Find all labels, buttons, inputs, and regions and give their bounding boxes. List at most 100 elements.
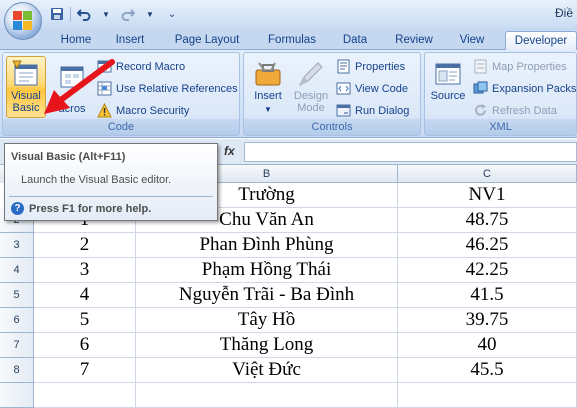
cell-a5[interactable]: 4	[34, 283, 136, 308]
column-header-c[interactable]: C	[398, 165, 577, 183]
tab-insert[interactable]: Insert	[104, 31, 156, 50]
expansion-packs-icon	[473, 81, 488, 94]
row-header-3[interactable]: 3	[0, 233, 34, 258]
cell-c1[interactable]: NV1	[398, 183, 577, 208]
red-arrow-annotation-icon	[44, 59, 115, 114]
tooltip-help: ? Press F1 for more help.	[11, 202, 151, 215]
view-code-button[interactable]: View Code	[336, 79, 408, 98]
properties-label: Properties	[355, 60, 406, 73]
cell-c2[interactable]: 48.75	[398, 208, 577, 233]
tab-developer[interactable]: Developer	[505, 31, 577, 50]
chevron-down-icon: ▼	[264, 105, 272, 114]
dropdown-arrow-icon[interactable]: ▼	[141, 5, 159, 23]
properties-icon	[337, 59, 350, 74]
refresh-data-button[interactable]: Refresh Data	[473, 101, 557, 120]
controls-group: Insert ▼ Design Mode Properties View Cod…	[243, 52, 421, 136]
row-header-4[interactable]: 4	[0, 258, 34, 283]
map-properties-button[interactable]: Map Properties	[473, 57, 567, 76]
controls-group-label: Controls	[244, 119, 420, 135]
run-dialog-label: Run Dialog	[355, 104, 410, 117]
cell-a7[interactable]: 6	[34, 333, 136, 358]
cell-b8[interactable]: Việt Đức	[136, 358, 398, 383]
title-bar: ▼ ▼ ⌄ Điề	[0, 0, 577, 28]
source-icon	[435, 63, 461, 85]
office-logo-icon	[13, 11, 33, 31]
cell-c6[interactable]: 39.75	[398, 308, 577, 333]
use-relative-references-button[interactable]: Use Relative References	[97, 79, 238, 98]
tab-page-layout[interactable]: Page Layout	[168, 31, 246, 50]
expansion-packs-button[interactable]: Expansion Packs	[473, 79, 576, 98]
cell-a6[interactable]: 5	[34, 308, 136, 333]
ribbon-tabs: Home Insert Page Layout Formulas Data Re…	[0, 28, 577, 50]
tab-home[interactable]: Home	[52, 31, 100, 50]
cell-b3[interactable]: Phan Đình Phùng	[136, 233, 398, 258]
refresh-icon	[475, 104, 486, 116]
design-mode-icon	[298, 62, 323, 87]
insert-control-label: Insert	[254, 90, 282, 102]
cell-b7[interactable]: Thăng Long	[136, 333, 398, 358]
cell-a3[interactable]: 2	[34, 233, 136, 258]
cell-b4[interactable]: Phạm Hồng Thái	[136, 258, 398, 283]
dropdown-arrow-icon[interactable]: ▼	[97, 5, 115, 23]
macro-security-label: Macro Security	[116, 104, 190, 117]
record-macro-label: Record Macro	[116, 60, 186, 73]
cell-b6[interactable]: Tây Hồ	[136, 308, 398, 333]
tab-review[interactable]: Review	[388, 31, 440, 50]
design-mode-button[interactable]: Design Mode	[290, 56, 332, 118]
row-header-8[interactable]: 8	[0, 358, 34, 383]
visual-basic-tooltip: Visual Basic (Alt+F11) Launch the Visual…	[4, 143, 218, 221]
run-dialog-button[interactable]: Run Dialog	[336, 101, 409, 120]
save-icon[interactable]	[48, 5, 66, 23]
undo-icon[interactable]	[75, 5, 93, 23]
help-icon: ?	[11, 202, 24, 215]
cell-c9[interactable]	[398, 383, 577, 408]
run-dialog-icon	[336, 104, 351, 117]
map-properties-icon	[474, 59, 487, 74]
tab-data[interactable]: Data	[336, 31, 374, 50]
insert-control-button[interactable]: Insert ▼	[248, 56, 288, 118]
source-label: Source	[430, 90, 466, 102]
cell-c4[interactable]: 42.25	[398, 258, 577, 283]
row-header-7[interactable]: 7	[0, 333, 34, 358]
insert-function-button[interactable]: fx	[224, 144, 235, 158]
formula-input[interactable]	[244, 142, 577, 162]
expansion-packs-label: Expansion Packs	[492, 82, 577, 95]
design-mode-label-line2: Mode	[297, 102, 325, 114]
tooltip-divider	[9, 196, 213, 197]
cell-c5[interactable]: 41.5	[398, 283, 577, 308]
cell-a8[interactable]: 7	[34, 358, 136, 383]
quick-access-toolbar: ▼ ▼ ⌄	[48, 4, 181, 24]
window-title: Điề	[554, 6, 573, 20]
row-header-5[interactable]: 5	[0, 283, 34, 308]
source-button[interactable]: Source	[428, 56, 468, 118]
view-code-icon	[336, 82, 351, 95]
view-code-label: View Code	[355, 82, 408, 95]
cell-a4[interactable]: 3	[34, 258, 136, 283]
refresh-data-label: Refresh Data	[492, 104, 557, 117]
cell-b5[interactable]: Nguyễn Trãi - Ba Đình	[136, 283, 398, 308]
xml-group: Source Map Properties Expansion Packs Re…	[424, 52, 577, 136]
redo-icon[interactable]	[119, 5, 137, 23]
xml-group-label: XML	[425, 119, 576, 135]
toolbox-icon	[255, 62, 281, 86]
cell-c3[interactable]: 46.25	[398, 233, 577, 258]
row-header-9[interactable]	[0, 383, 34, 408]
tooltip-description: Launch the Visual Basic editor.	[21, 174, 172, 186]
cell-a9[interactable]	[34, 383, 136, 408]
row-header-6[interactable]: 6	[0, 308, 34, 333]
tab-view[interactable]: View	[452, 31, 492, 50]
cell-c7[interactable]: 40	[398, 333, 577, 358]
cell-b9[interactable]	[136, 383, 398, 408]
design-mode-label-line1: Design	[293, 90, 329, 102]
properties-button[interactable]: Properties	[336, 57, 405, 76]
use-relative-references-label: Use Relative References	[116, 82, 238, 95]
tooltip-title: Visual Basic (Alt+F11)	[11, 151, 126, 163]
customize-qat-icon[interactable]: ⌄	[163, 5, 181, 23]
map-properties-label: Map Properties	[492, 60, 567, 73]
cell-c8[interactable]: 45.5	[398, 358, 577, 383]
tab-formulas[interactable]: Formulas	[260, 31, 324, 50]
visual-basic-icon	[12, 60, 38, 86]
tooltip-help-text: Press F1 for more help.	[29, 202, 152, 215]
separator	[70, 7, 71, 21]
office-button[interactable]	[4, 2, 42, 40]
